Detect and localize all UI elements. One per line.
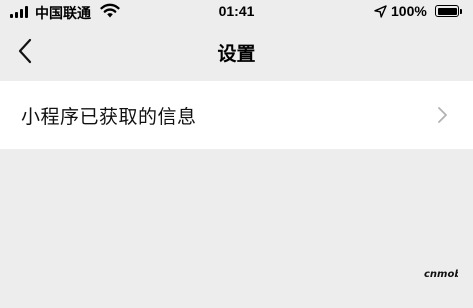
- list-item-label: 小程序已获取的信息: [21, 106, 197, 128]
- chevron-right-icon: [438, 107, 447, 123]
- watermark-logo: cnmob: [424, 269, 458, 280]
- location-arrow-icon: [374, 5, 387, 18]
- battery-cap: [460, 9, 462, 14]
- navigation-bar: 设置: [0, 24, 473, 80]
- list-item-mini-program-info[interactable]: 小程序已获取的信息: [0, 81, 473, 149]
- status-bar: 中国联通 01:41 100%: [0, 0, 473, 24]
- svg-text:cnmob: cnmob: [424, 269, 458, 280]
- battery-percentage: 100%: [391, 3, 427, 19]
- battery-icon: [435, 5, 459, 17]
- page-title: 设置: [217, 43, 256, 65]
